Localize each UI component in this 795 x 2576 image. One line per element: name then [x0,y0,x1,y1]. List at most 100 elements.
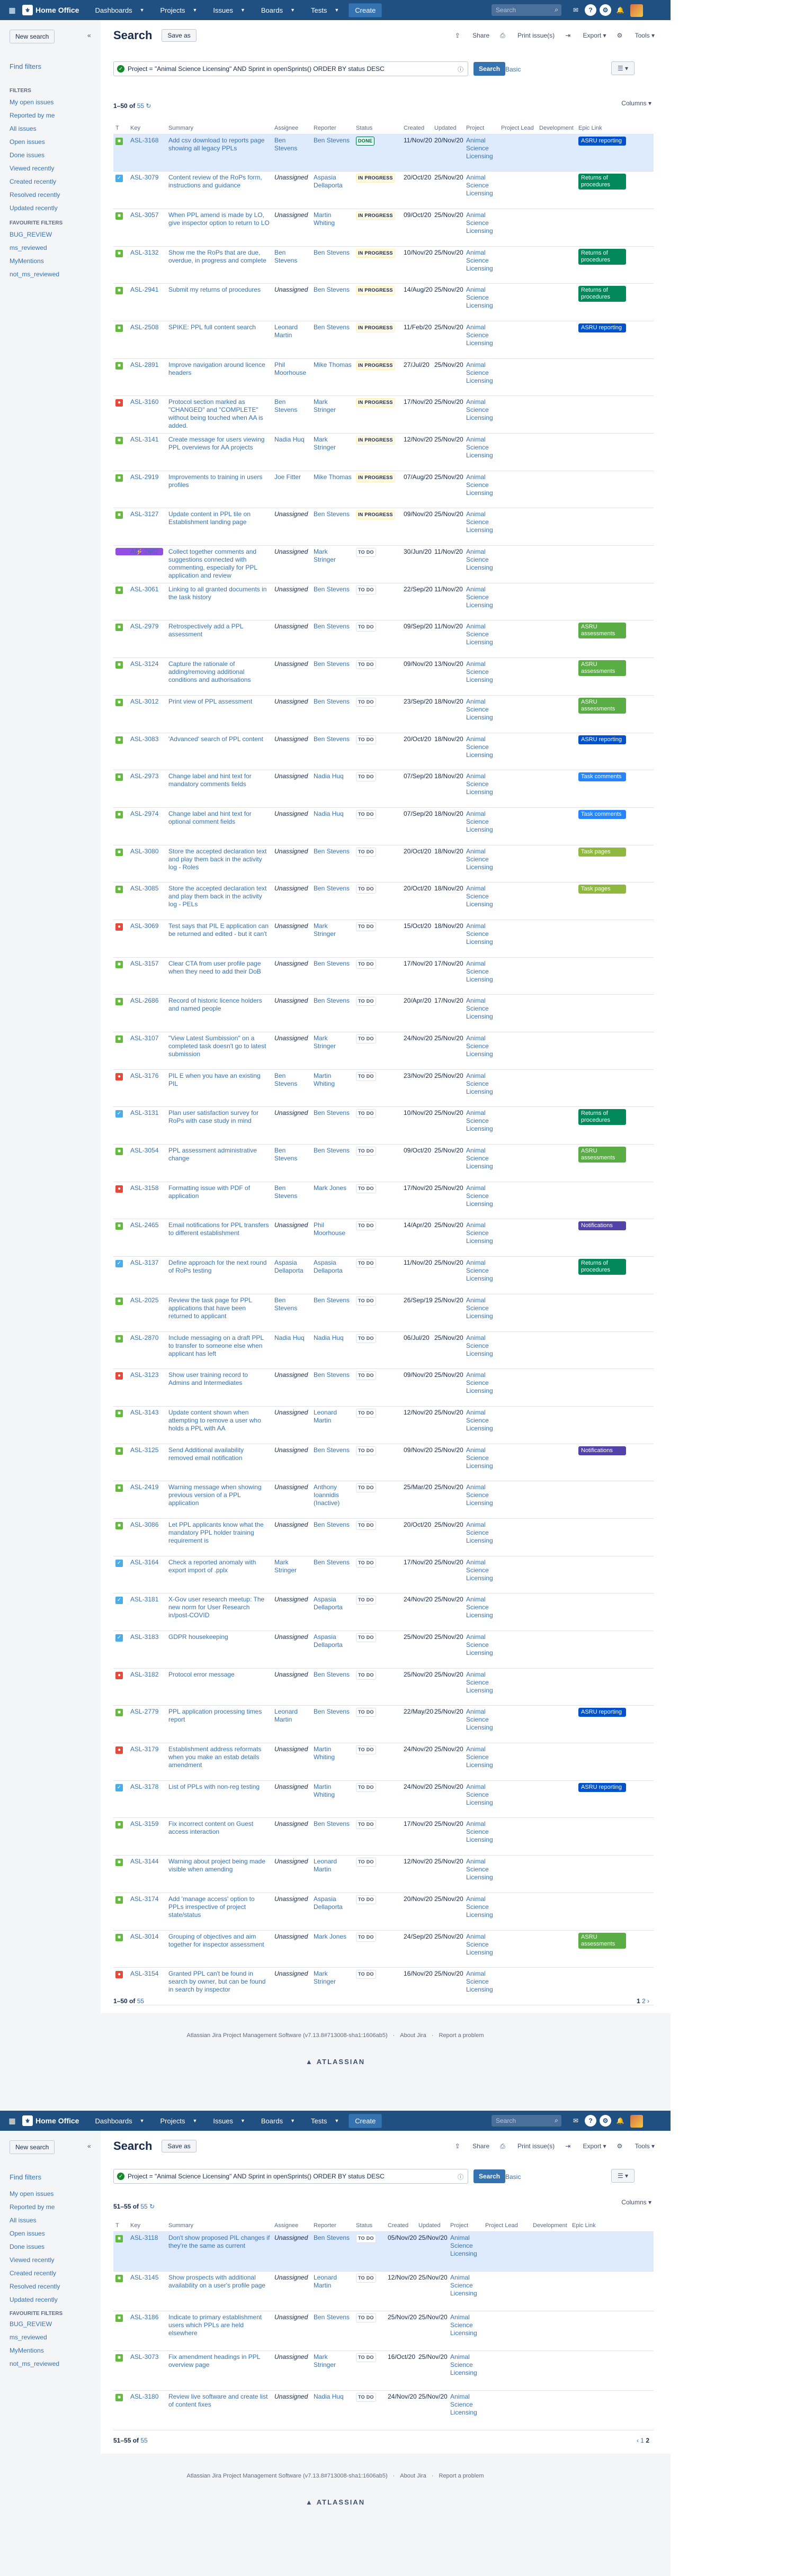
column-header[interactable]: Epic Link [570,2220,654,2232]
issue-summary-link[interactable]: Protocol error message [168,1671,235,1678]
table-row[interactable]: ● ASL-3154 Granted PPL can't be found in s… [113,1967,654,2005]
column-header[interactable]: Updated [416,2220,448,2232]
issue-key-link[interactable]: ASL-2973 [130,772,158,780]
reporter-link[interactable]: Leonard Martin [314,2274,337,2289]
issue-key-link[interactable]: ASL-3180 [130,2393,158,2400]
issue-key-link[interactable]: ASL-2870 [130,1334,158,1341]
reporter-link[interactable]: Mark Stringer [314,398,336,413]
epic-link-lozenge[interactable]: Task comments [578,809,626,819]
total-count-link-bottom[interactable]: 55 [137,1997,144,2005]
issue-summary-link[interactable]: Plan user satisfaction survey for RoPs w… [168,1109,258,1124]
filter-updated-recently[interactable]: Updated recently [10,204,60,218]
project-link[interactable]: Animal Science Licensing [466,510,493,534]
issue-key-link[interactable]: ASL-3127 [130,510,158,518]
table-row[interactable]: ■ ASL-3107 "View Latest Sumbission" on a c… [113,1032,654,1070]
table-row[interactable]: ■ ASL-2508 SPIKE: PPL full content search L… [113,321,654,359]
table-row[interactable]: ■ ASL-3054 PPL assessment administrative c… [113,1144,654,1182]
project-link[interactable]: Animal Science Licensing [466,361,493,384]
assignee[interactable]: Ben Stevens [274,1147,297,1162]
reporter-link[interactable]: Nadia Huq [314,772,344,780]
project-link[interactable]: Animal Science Licensing [466,735,493,759]
assignee[interactable]: Leonard Martin [274,323,298,339]
nav-boards[interactable]: Boards ▼ [251,6,300,14]
epic-link-lozenge[interactable]: ASRU assessments [578,1932,626,1949]
jql-query-input[interactable]: ✓ Project = "Animal Science Licensing" AN… [113,2169,468,2184]
project-link[interactable]: Animal Science Licensing [466,137,493,160]
reporter-link[interactable]: Ben Stevens [314,1147,350,1154]
reporter-link[interactable]: Ben Stevens [314,1296,350,1304]
assignee[interactable]: Phil Moorhouse [274,361,306,376]
reporter-link[interactable]: Ben Stevens [314,997,350,1004]
page-2-link[interactable]: 2 [642,1997,646,2005]
issue-summary-link[interactable]: Retrospectively add a PPL assessment [168,623,243,638]
collapse-sidebar-icon[interactable]: « [87,32,91,39]
issue-key-link[interactable]: ASL-2919 [130,473,158,481]
reporter-link[interactable]: Nadia Huq [314,2393,344,2400]
issue-key-link[interactable]: ASL-2508 [130,323,158,331]
table-row[interactable]: ■ ASL-3144 Warning about project being mad… [113,1855,654,1893]
reporter-link[interactable]: Phil Moorhouse [314,1221,345,1237]
project-link[interactable]: Animal Science Licensing [466,286,493,309]
issue-key-link[interactable]: ASL-3186 [130,2313,158,2321]
project-link[interactable]: Animal Science Licensing [466,1671,493,1694]
issue-key-link[interactable]: ASL-2419 [130,1483,158,1491]
issue-key-link[interactable]: ASL-3054 [130,1147,158,1154]
reporter-link[interactable]: Leonard Martin [314,1858,337,1873]
issue-summary-link[interactable]: Show prospects with additional availabil… [168,2274,265,2289]
project-link[interactable]: Animal Science Licensing [466,1296,493,1320]
issue-key-link[interactable]: ASL-2979 [130,623,158,630]
issue-key-link[interactable]: ASL-2891 [130,361,158,368]
issue-summary-link[interactable]: Establishment address reformats when you… [168,1745,261,1769]
reporter-link[interactable]: Ben Stevens [314,1559,350,1566]
project-link[interactable]: Animal Science Licensing [466,174,493,197]
reporter-link[interactable]: Mike Thomas [314,361,352,368]
issue-summary-link[interactable]: X-Gov user research meetup: The new norm… [168,1596,264,1619]
issue-summary-link[interactable]: Fix amendment headings in PPL overview p… [168,2353,260,2368]
epic-link-lozenge[interactable]: ASRU reporting [578,735,626,744]
epic-link-lozenge[interactable]: Returns of procedures [578,248,626,265]
issue-key-link[interactable]: ASL-3118 [130,2234,158,2241]
reporter-link[interactable]: Mark Jones [314,1933,346,1940]
table-row[interactable]: ■ ASL-3061 Linking to all granted document… [113,583,654,621]
save-as-button[interactable]: Save as [162,2140,196,2152]
assignee[interactable]: Aspasia Dellaporta [274,1259,303,1274]
issue-summary-link[interactable]: SPIKE: PPL full content search [168,323,256,331]
reporter-link[interactable]: Ben Stevens [314,1708,350,1715]
filter-resolved-recently[interactable]: Resolved recently [10,191,60,204]
project-link[interactable]: Animal Science Licensing [466,1259,493,1282]
table-row[interactable]: ■ ASL-3124 Capture the rationale of adding… [113,657,654,696]
issue-summary-link[interactable]: Protocol section marked as "CHANGED" and… [168,398,263,429]
epic-link-lozenge[interactable]: ASRU assessments [578,660,626,677]
filter-updated-recently[interactable]: Updated recently [10,2296,60,2309]
issue-summary-link[interactable]: Review the task page for PPL application… [168,1296,252,1320]
issue-summary-link[interactable]: 'Advanced' search of PPL content [168,735,263,743]
column-header[interactable]: Reporter [311,2220,354,2232]
issue-summary-link[interactable]: List of PPLs with non-reg testing [168,1783,260,1790]
epic-link-lozenge[interactable]: Task pages [578,847,626,857]
table-row[interactable]: ● ASL-3179 Establishment address reformats… [113,1743,654,1781]
issue-summary-link[interactable]: Store the accepted declaration text and … [168,885,266,908]
issue-key-link[interactable]: ASL-3123 [130,1371,158,1379]
filter-ms-reviewed[interactable]: ms_reviewed [10,2334,59,2347]
filter-reported-by-me[interactable]: Reported by me [10,2203,60,2217]
column-header[interactable]: Key [128,122,166,134]
issue-key-link[interactable]: ASL-2686 [130,997,158,1004]
issue-summary-link[interactable]: Linking to all granted documents in the … [168,586,266,601]
table-row[interactable]: ■ ASL-3125 Send Additional availability re… [113,1444,654,1482]
issue-key-link[interactable]: ASL-3164 [130,1559,158,1566]
project-link[interactable]: Animal Science Licensing [450,2274,477,2297]
home-office-logo[interactable]: ⚜ Home Office [22,2115,79,2126]
project-link[interactable]: Animal Science Licensing [466,1072,493,1095]
reporter-link[interactable]: Mark Jones [314,1184,346,1192]
feedback-icon[interactable]: ✉ [570,4,582,16]
issue-summary-link[interactable]: Capture the rationale of adding/removing… [168,660,251,683]
column-header[interactable]: Project [464,122,499,134]
table-row[interactable]: ■ ASL-3180 Review live software and create… [113,2390,654,2430]
project-link[interactable]: Animal Science Licensing [466,1221,493,1245]
project-link[interactable]: Animal Science Licensing [466,1446,493,1470]
issue-summary-link[interactable]: Granted PPL can't be found in search by … [168,1970,265,1993]
table-row[interactable]: ● ASL-3160 Protocol section marked as "CHA… [113,395,654,434]
table-row[interactable]: ■ ASL-3127 Update content in PPL tile on E… [113,508,654,546]
project-link[interactable]: Animal Science Licensing [466,1970,493,1993]
refresh-icon[interactable]: ↻ [144,102,151,110]
